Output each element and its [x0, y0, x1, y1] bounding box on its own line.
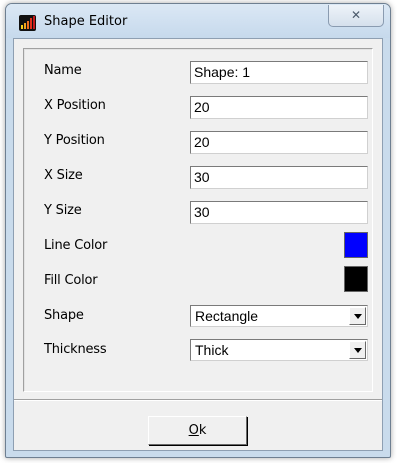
name-label: Name [44, 63, 82, 78]
y-position-label: Y Position [44, 133, 105, 148]
thickness-label: Thickness [44, 342, 107, 357]
y-size-field[interactable]: 30 [190, 201, 368, 224]
shape-dropdown[interactable]: Rectangle [190, 305, 368, 327]
x-size-field[interactable]: 30 [190, 166, 368, 189]
close-icon: ✕ [350, 8, 362, 22]
window-title: Shape Editor [44, 14, 128, 29]
bar-chart-icon [19, 15, 36, 31]
fill-color-swatch[interactable] [344, 266, 368, 292]
properties-panel: Name Shape: 1 X Position 20 Y Position 2… [23, 48, 373, 392]
x-position-field[interactable]: 20 [190, 96, 368, 119]
footer-divider [14, 399, 382, 401]
shape-selected-value: Rectangle [195, 308, 259, 324]
dropdown-arrow-icon[interactable] [349, 307, 366, 325]
x-position-label: X Position [44, 98, 106, 113]
ok-mnemonic: O [188, 423, 199, 438]
dialog-body: Name Shape: 1 X Position 20 Y Position 2… [13, 38, 383, 451]
line-color-label: Line Color [44, 238, 108, 253]
shape-label: Shape [44, 308, 84, 323]
dropdown-arrow-icon[interactable] [349, 341, 366, 359]
y-size-label: Y Size [44, 203, 82, 218]
title-bar[interactable]: Shape Editor ✕ [6, 4, 390, 38]
shape-editor-dialog: Shape Editor ✕ Name Shape: 1 X Position … [5, 3, 391, 458]
ok-label-rest: k [198, 423, 207, 438]
ok-button[interactable]: Ok [148, 416, 247, 445]
x-size-label: X Size [44, 168, 83, 183]
name-field[interactable]: Shape: 1 [190, 61, 368, 84]
close-button[interactable]: ✕ [328, 5, 384, 27]
thickness-dropdown[interactable]: Thick [190, 339, 368, 361]
y-position-field[interactable]: 20 [190, 131, 368, 154]
thickness-selected-value: Thick [195, 342, 229, 358]
line-color-swatch[interactable] [344, 232, 368, 258]
fill-color-label: Fill Color [44, 273, 98, 288]
